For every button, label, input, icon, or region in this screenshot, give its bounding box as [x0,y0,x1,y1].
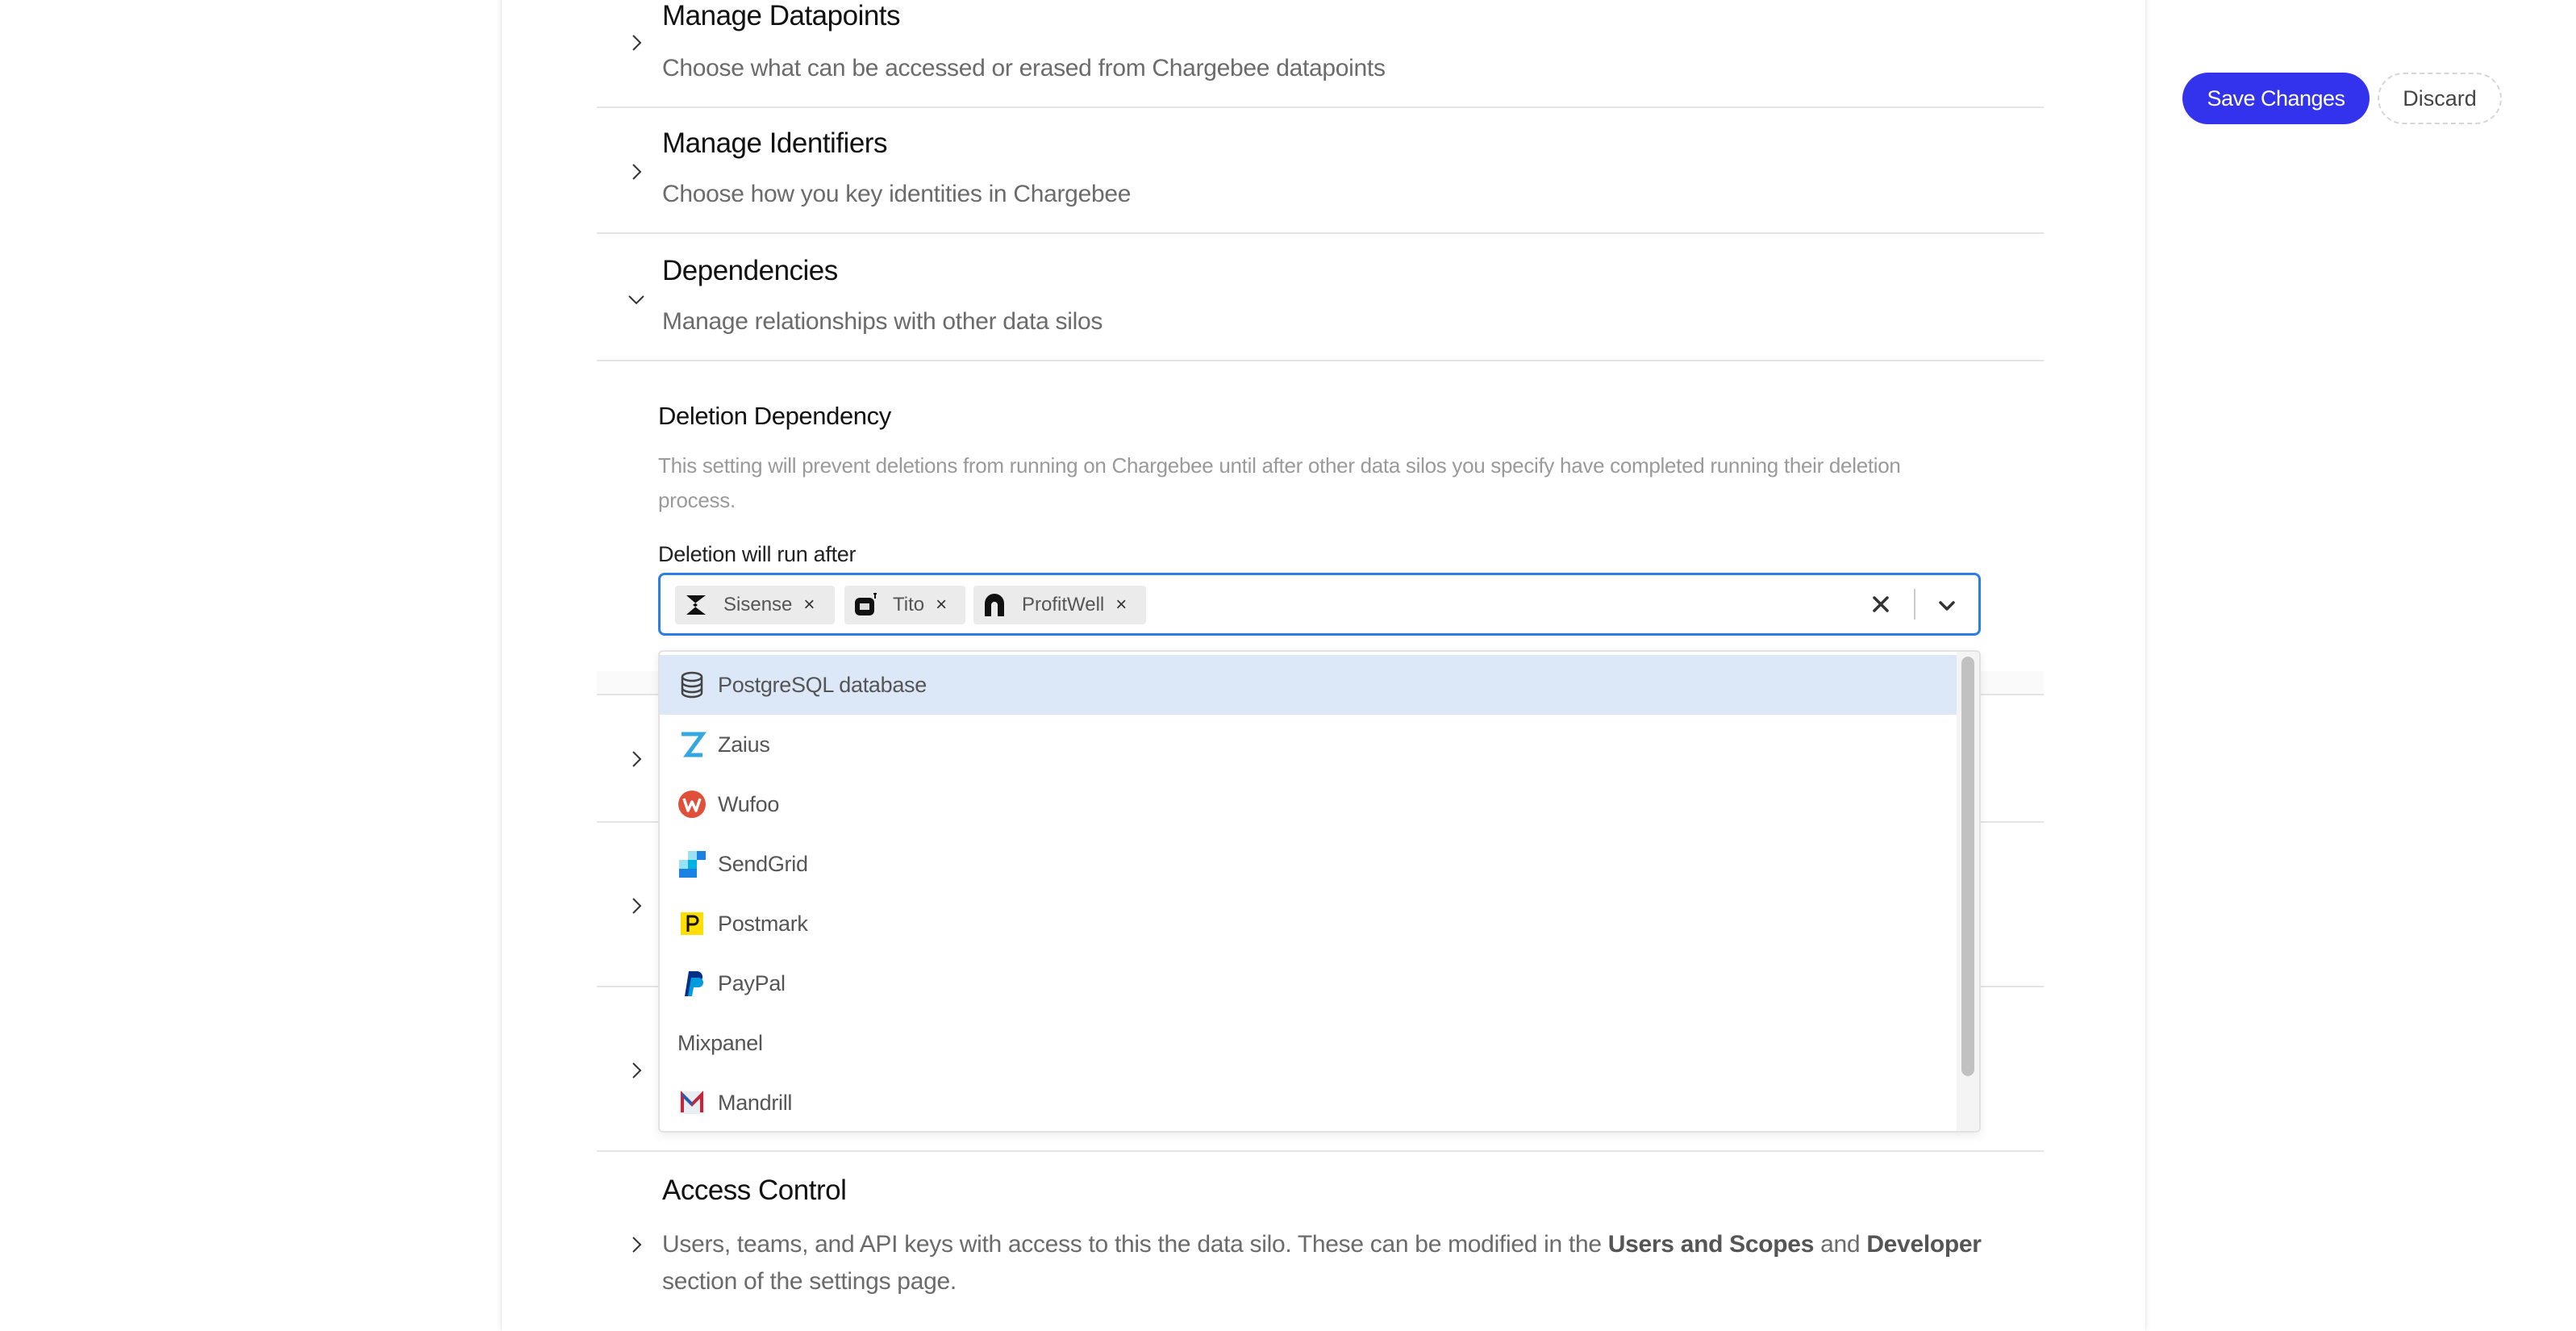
remove-tag-button[interactable]: × [936,594,947,616]
section-title: Manage Identifiers [662,127,887,159]
section-description: Manage relationships with other data sil… [662,308,1103,335]
option-label: SendGrid [718,851,808,876]
option-sendgrid[interactable]: SendGrid [660,834,1958,894]
tag-label: Sisense [723,594,793,615]
scrollbar-thumb[interactable] [1961,657,1974,1076]
chevron-down-icon[interactable] [1933,592,1961,620]
chevron-right-icon[interactable] [626,32,647,53]
profitwell-icon [982,592,1007,618]
divider [597,106,2044,108]
sendgrid-icon [677,849,707,878]
developer-link: Developer [1866,1231,1982,1258]
option-label: Mixpanel [677,1030,763,1055]
selected-tag-tito: Tito × [844,586,965,624]
desc-text: Users, teams, and API keys with access t… [662,1231,1608,1258]
section-description: Choose what can be accessed or erased fr… [662,55,1386,81]
dropdown-menu[interactable]: PostgreSQL database Zaius Wufoo SendGrid… [658,650,1981,1133]
section-description: Users, teams, and API keys with access t… [662,1226,2001,1300]
section-manage-datapoints[interactable]: Manage Datapoints Choose what can be acc… [597,0,2044,105]
divider [597,1150,2044,1152]
deletion-dependency-select[interactable]: Sisense × Tito × ProfitWell × [658,573,1981,636]
section-title: Access Control [662,1175,847,1206]
option-wufoo[interactable]: Wufoo [660,774,1958,834]
chevron-right-icon[interactable] [626,161,647,182]
deletion-dependency-title: Deletion Dependency [658,402,891,430]
tito-icon [852,592,878,618]
option-label: PayPal [718,970,786,995]
chevron-down-icon[interactable] [626,289,647,310]
discard-button[interactable]: Discard [2378,73,2502,124]
chevron-right-icon[interactable] [626,749,647,770]
chevron-right-icon[interactable] [626,895,647,916]
option-label: Zaius [718,732,770,757]
paypal-icon [677,969,707,998]
option-label: Postmark [718,911,808,936]
option-label: PostgreSQL database [718,672,927,697]
option-zaius[interactable]: Zaius [660,715,1958,774]
option-postgresql-database[interactable]: PostgreSQL database [660,655,1958,715]
section-description: Choose how you key identities in Chargeb… [662,181,1132,207]
section-access-control[interactable]: Access Control Users, teams, and API key… [597,1162,2044,1307]
remove-tag-button[interactable]: × [803,594,815,616]
save-changes-button[interactable]: Save Changes [2182,73,2370,124]
tag-label: ProfitWell [1022,594,1105,615]
desc-text: section of the settings page. [662,1268,957,1295]
field-label: Deletion will run after [658,542,857,566]
chevron-right-icon[interactable] [626,1060,647,1081]
section-dependencies[interactable]: Dependencies Manage relationships with o… [597,248,2044,353]
database-icon [677,670,707,699]
mandrill-icon [677,1088,707,1117]
selected-tag-sisense: Sisense × [675,586,835,624]
scrollbar-track[interactable] [1957,652,1979,1131]
tag-label: Tito [893,594,925,615]
desc-text: and [1814,1231,1867,1258]
option-mandrill[interactable]: Mandrill [660,1073,1958,1131]
section-title: Dependencies [662,255,838,286]
users-and-scopes-link: Users and Scopes [1607,1231,1815,1258]
sisense-icon [683,592,709,618]
option-label: Wufoo [718,791,780,816]
zaius-icon [677,730,707,759]
separator [1914,589,1915,620]
option-mixpanel[interactable]: Mixpanel [660,1013,1958,1073]
postmark-icon [677,909,707,938]
wufoo-icon [677,790,707,819]
divider [597,360,2044,361]
option-label: Mandrill [718,1090,793,1115]
option-postmark[interactable]: Postmark [660,894,1958,953]
remove-tag-button[interactable]: × [1115,594,1127,616]
clear-all-icon[interactable] [1867,590,1894,618]
section-manage-identifiers[interactable]: Manage Identifiers Choose how you key id… [597,121,2044,226]
selected-tag-profitwell: ProfitWell × [973,586,1146,624]
divider [597,232,2044,234]
section-title: Manage Datapoints [662,0,901,31]
chevron-right-icon[interactable] [626,1234,647,1255]
option-paypal[interactable]: PayPal [660,953,1958,1013]
deletion-dependency-help: This setting will prevent deletions from… [658,453,1901,512]
